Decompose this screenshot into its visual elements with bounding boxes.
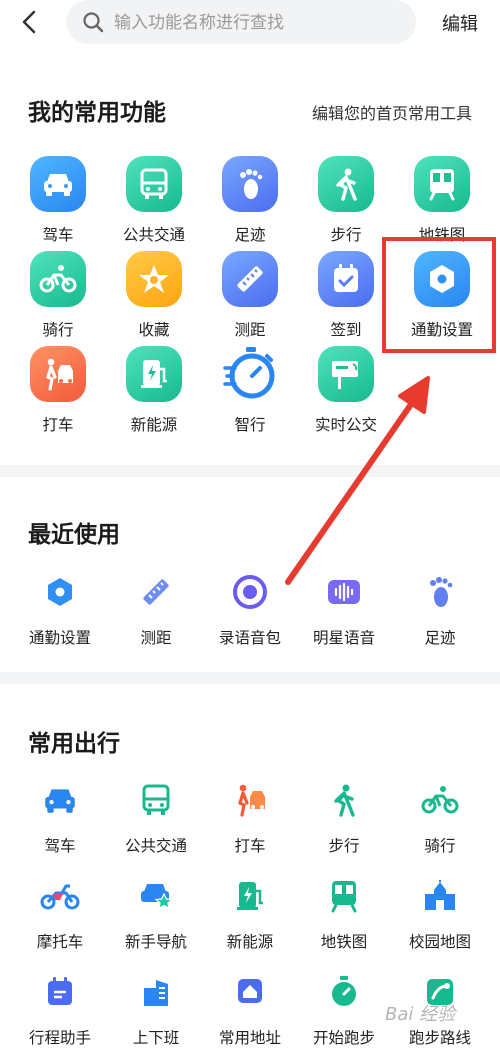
section-divider xyxy=(0,672,500,684)
edit-button[interactable]: 编辑 xyxy=(442,10,478,36)
section-divider xyxy=(0,465,500,477)
bus-icon xyxy=(126,156,182,212)
stopwatch-icon xyxy=(222,346,278,402)
subway-icon xyxy=(414,156,470,212)
annotation-arrow-icon xyxy=(285,376,430,585)
hexagon-settings-icon xyxy=(40,572,80,612)
ruler-icon xyxy=(136,572,176,612)
item-label: 跑步路线 xyxy=(408,1029,471,1047)
item-label: 明星语音 xyxy=(312,629,375,647)
item-label: 测距 xyxy=(140,629,172,647)
charging-icon xyxy=(230,876,270,916)
item-label: 通勤设置 xyxy=(28,629,91,647)
item-label: 上下班 xyxy=(132,1029,180,1047)
home-pin-icon xyxy=(230,972,270,1012)
search-icon xyxy=(83,12,104,33)
item-label: 常用地址 xyxy=(218,1029,281,1047)
item-label: 校园地图 xyxy=(408,933,471,951)
item-label: 步行 xyxy=(328,837,360,855)
campus-icon xyxy=(420,876,460,916)
taxi-icon xyxy=(230,780,270,820)
highlight-box xyxy=(382,237,496,353)
charging-icon xyxy=(126,346,182,402)
item-label: 地铁图 xyxy=(320,933,368,951)
item-label: 收藏 xyxy=(138,321,170,339)
item-label: 新能源 xyxy=(130,416,178,434)
item-label: 足迹 xyxy=(234,226,266,244)
item-label: 签到 xyxy=(330,321,362,339)
checkin-icon xyxy=(318,251,374,307)
item-label: 打车 xyxy=(42,416,74,434)
bike-icon xyxy=(30,251,86,307)
item-label: 测距 xyxy=(234,321,266,339)
item-label: 实时公交 xyxy=(314,416,377,434)
item-label: 驾车 xyxy=(42,226,74,244)
taxi-icon xyxy=(30,346,86,402)
item-label: 步行 xyxy=(330,226,362,244)
car-icon xyxy=(40,780,80,820)
bus-icon xyxy=(136,780,176,820)
item-label: 行程助手 xyxy=(28,1029,91,1047)
walk-icon xyxy=(324,780,364,820)
building-icon xyxy=(136,972,176,1012)
voice-wave-icon xyxy=(324,572,364,612)
favorites-title: 我的常用功能 xyxy=(28,100,166,126)
footprint-icon xyxy=(222,156,278,212)
calendar-icon xyxy=(40,972,80,1012)
bike-icon xyxy=(420,780,460,820)
item-label: 骑行 xyxy=(42,321,74,339)
item-label: 足迹 xyxy=(424,629,456,647)
item-label: 驾车 xyxy=(44,837,76,855)
star-icon xyxy=(126,251,182,307)
recent-title: 最近使用 xyxy=(28,522,120,548)
edit-home-tools-link[interactable]: 编辑您的首页常用工具 xyxy=(312,100,472,124)
novice-car-icon xyxy=(136,876,176,916)
motorcycle-icon xyxy=(40,876,80,916)
item-label: 新手导航 xyxy=(124,933,187,951)
bus-stop-icon xyxy=(318,346,374,402)
watermark: Bai 经验 xyxy=(385,1004,456,1025)
item-label: 录语音包 xyxy=(218,629,281,647)
timer-icon xyxy=(324,972,364,1012)
item-label: 摩托车 xyxy=(36,933,84,951)
back-arrow-icon[interactable] xyxy=(16,8,44,36)
item-label: 骑行 xyxy=(424,837,456,855)
item-label: 智行 xyxy=(234,416,266,434)
travel-title: 常用出行 xyxy=(28,731,120,757)
ruler-icon xyxy=(222,251,278,307)
subway-icon xyxy=(324,876,364,916)
item-label: 打车 xyxy=(234,837,266,855)
record-icon xyxy=(230,572,270,612)
item-label: 开始跑步 xyxy=(312,1029,375,1047)
item-label: 新能源 xyxy=(226,933,274,951)
search-input[interactable] xyxy=(112,6,406,40)
item-label: 公共交通 xyxy=(122,226,185,244)
top-bar: 编辑 xyxy=(0,0,500,48)
item-label: 公共交通 xyxy=(124,837,187,855)
search-box[interactable] xyxy=(66,0,416,44)
walk-icon xyxy=(318,156,374,212)
footprint-icon xyxy=(420,572,460,612)
car-icon xyxy=(30,156,86,212)
